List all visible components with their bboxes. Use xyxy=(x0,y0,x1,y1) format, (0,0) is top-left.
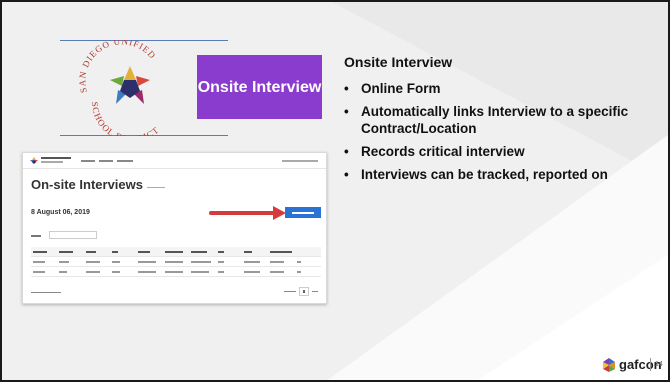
app-topbar xyxy=(23,153,326,169)
bullet-item: • Online Form xyxy=(344,81,441,96)
table-row[interactable] xyxy=(31,267,321,277)
onsite-interview-badge: Onsite Interview xyxy=(197,55,322,119)
gafcon-icon xyxy=(603,357,615,372)
bullet-item: • Records critical interview xyxy=(344,144,525,159)
svg-text:SAN DIEGO UNIFIED: SAN DIEGO UNIFIED xyxy=(77,40,158,94)
app-screenshot: On-site Interviews 8 August 06, 2019 xyxy=(22,152,327,304)
footer-separator xyxy=(650,358,651,371)
interviews-table xyxy=(31,247,321,277)
app-nav[interactable] xyxy=(81,158,133,164)
bullet-item: • Interviews can be tracked, reported on xyxy=(344,167,608,182)
search-label xyxy=(31,233,41,238)
slide-page-number: 14 xyxy=(655,361,663,368)
section-heading: Onsite Interview xyxy=(344,54,453,70)
table-header xyxy=(31,247,321,257)
app-brand xyxy=(41,156,71,163)
app-date-heading: 8 August 06, 2019 xyxy=(31,209,90,216)
gafcon-logo: gafcon xyxy=(602,357,662,372)
slide: SAN DIEGO UNIFIED SCHOOL DISTRICT Onsite… xyxy=(0,0,670,382)
app-page-title: On-site Interviews xyxy=(31,177,165,192)
page-current[interactable] xyxy=(299,287,309,296)
arrow-annotation xyxy=(209,206,286,220)
table-footer-info xyxy=(31,289,61,294)
bullet-list: • Online Form • Automatically links Interv… xyxy=(344,74,644,183)
table-pagination[interactable] xyxy=(284,287,318,296)
svg-text:SCHOOL DISTRICT: SCHOOL DISTRICT xyxy=(90,101,161,136)
create-interview-button[interactable] xyxy=(285,207,321,218)
app-logo-icon xyxy=(30,157,38,164)
app-user-menu[interactable] xyxy=(282,158,318,163)
search-input[interactable] xyxy=(49,231,97,239)
table-row[interactable] xyxy=(31,257,321,267)
bullet-item: • Automatically links Interview to a spec… xyxy=(344,104,629,136)
